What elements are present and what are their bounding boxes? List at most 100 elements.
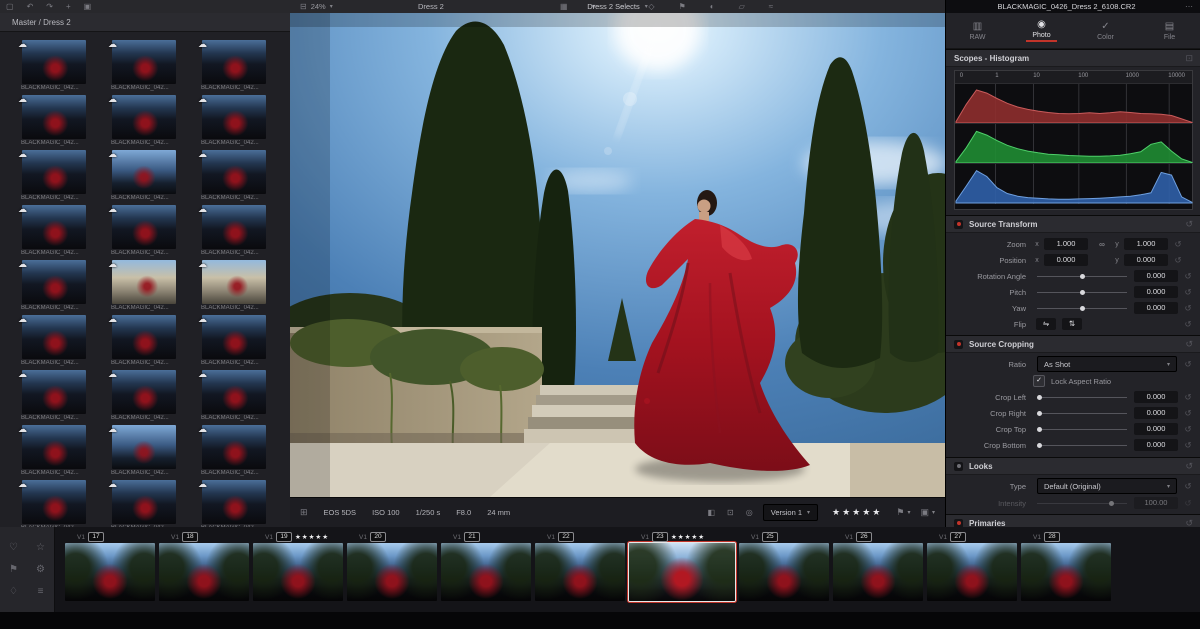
add-bin-icon[interactable]: + xyxy=(66,0,71,13)
lock-aspect-checkbox[interactable]: ✓ xyxy=(1033,375,1045,387)
clip-thumbnail[interactable] xyxy=(65,543,155,601)
slider-track[interactable] xyxy=(1037,423,1127,435)
asset-thumbnail[interactable]: ☁ BLACKMAGIC_042... xyxy=(100,93,188,148)
viewer-canvas[interactable] xyxy=(290,13,945,497)
breadcrumb[interactable]: Master / Dress 2 xyxy=(12,18,71,27)
asset-thumbnail[interactable]: ☁ BLACKMAGIC_042... xyxy=(190,258,278,313)
flip-horizontal-button[interactable]: ⇋ xyxy=(1036,318,1056,330)
rating-stars[interactable]: ★★★★★ xyxy=(832,507,882,518)
redo-icon[interactable]: ↷ xyxy=(46,0,53,13)
ratio-dropdown[interactable]: As Shot ▾ xyxy=(1037,356,1177,372)
clip-thumbnail[interactable] xyxy=(739,543,829,601)
slider-knob[interactable] xyxy=(1037,394,1042,400)
viewer-title-group[interactable]: Dress 2 Selects ▾ xyxy=(290,0,945,13)
reset-icon[interactable]: ↺ xyxy=(1181,440,1195,451)
reset-icon[interactable]: ↺ xyxy=(1181,498,1195,509)
reset-icon[interactable]: ↺ xyxy=(1171,239,1185,250)
slider-track[interactable] xyxy=(1037,302,1127,314)
asset-thumbnail[interactable]: ☁ BLACKMAGIC_042... xyxy=(10,38,98,93)
asset-thumbnail[interactable]: ☁ BLACKMAGIC_042... xyxy=(190,478,278,528)
enable-toggle[interactable] xyxy=(954,219,963,229)
zoom-tool-icon[interactable]: ◎ xyxy=(746,506,753,519)
asset-thumbnail[interactable]: ☁ BLACKMAGIC_042... xyxy=(190,313,278,368)
asset-thumbnail[interactable]: ☁ BLACKMAGIC_042... xyxy=(10,203,98,258)
clip-thumbnail[interactable] xyxy=(535,543,625,601)
slider-track[interactable] xyxy=(1037,407,1127,419)
reset-icon[interactable]: ↺ xyxy=(1181,271,1195,282)
position-x-value[interactable]: 0.000 xyxy=(1044,254,1088,266)
heart-icon[interactable]: ♡ xyxy=(9,541,18,554)
reset-icon[interactable]: ↺ xyxy=(1181,481,1195,492)
source-transform-header[interactable]: Source Transform ↺ xyxy=(946,215,1200,233)
asset-thumbnail[interactable]: ☁ BLACKMAGIC_042... xyxy=(100,258,188,313)
clip-thumbnail[interactable] xyxy=(253,543,343,601)
reset-icon[interactable]: ↺ xyxy=(1181,359,1195,370)
reset-icon[interactable]: ↺ xyxy=(1171,255,1185,266)
slider-track[interactable] xyxy=(1037,270,1127,282)
flag-rating-control[interactable]: ⚑ ▾ xyxy=(896,507,910,518)
slider-knob[interactable] xyxy=(1079,305,1085,311)
reset-section-icon[interactable]: ↺ xyxy=(1185,339,1193,350)
reset-icon[interactable]: ↺ xyxy=(1181,392,1195,403)
scopes-options-icon[interactable]: ⊡ xyxy=(1185,53,1193,64)
viewer-zoom-control[interactable]: ⊟ 24% ▾ xyxy=(300,0,333,13)
clone-view-icon[interactable]: ⊡ xyxy=(727,506,734,519)
asset-thumbnail[interactable]: ☁ BLACKMAGIC_042... xyxy=(100,423,188,478)
filmstrip-clip[interactable]: V1 25 xyxy=(739,531,829,601)
filmstrip-clip[interactable]: V1 17 xyxy=(65,531,155,601)
filmstrip-clip[interactable]: V1 22 xyxy=(535,531,625,601)
slider-value[interactable]: 0.000 xyxy=(1134,270,1178,282)
tab-file[interactable]: ▤ File xyxy=(1146,13,1194,48)
asset-thumbnail[interactable]: ☁ BLACKMAGIC_042... xyxy=(190,148,278,203)
slider-track[interactable] xyxy=(1037,439,1127,451)
flag-icon[interactable]: ⚑ xyxy=(9,563,18,576)
clip-thumbnail[interactable] xyxy=(347,543,437,601)
thumb-strip-icon[interactable]: ⊞ xyxy=(300,507,308,518)
enable-toggle[interactable] xyxy=(954,339,963,349)
filmstrip-clip[interactable]: V1 21 xyxy=(441,531,531,601)
slider-value[interactable]: 0.000 xyxy=(1134,286,1178,298)
undo-icon[interactable]: ↶ xyxy=(27,0,34,13)
intensity-slider[interactable] xyxy=(1037,497,1127,509)
filmstrip-clip[interactable]: V1 23 ★★★★★ xyxy=(629,531,735,601)
clip-thumbnail[interactable] xyxy=(1021,543,1111,601)
view-mode-control[interactable]: ▣ ▾ xyxy=(920,507,935,518)
link-icon[interactable]: ∞ xyxy=(1091,240,1113,249)
zoom-y-value[interactable]: 1.000 xyxy=(1124,238,1168,250)
more-options-icon[interactable]: ⋯ xyxy=(1185,2,1193,11)
asset-thumbnail[interactable]: ☁ BLACKMAGIC_042... xyxy=(190,93,278,148)
diamond-icon[interactable]: ♢ xyxy=(9,585,18,598)
asset-thumbnail[interactable]: ☁ BLACKMAGIC_042... xyxy=(10,478,98,528)
window-icon[interactable]: ▢ xyxy=(6,0,14,13)
source-cropping-header[interactable]: Source Cropping ↺ xyxy=(946,335,1200,353)
asset-thumbnail[interactable]: ☁ BLACKMAGIC_042... xyxy=(190,203,278,258)
reset-icon[interactable]: ↺ xyxy=(1181,303,1195,314)
slider-value[interactable]: 0.000 xyxy=(1134,423,1178,435)
slider-value[interactable]: 0.000 xyxy=(1134,439,1178,451)
reset-icon[interactable]: ↺ xyxy=(1181,408,1195,419)
asset-thumbnail[interactable]: ☁ BLACKMAGIC_042... xyxy=(10,93,98,148)
slider-track[interactable] xyxy=(1037,286,1127,298)
look-type-dropdown[interactable]: Default (Original) ▾ xyxy=(1037,478,1177,494)
flip-vertical-button[interactable]: ⇅ xyxy=(1062,318,1082,330)
tab-color[interactable]: ✓ Color xyxy=(1082,13,1130,48)
slider-value[interactable]: 0.000 xyxy=(1134,302,1178,314)
slider-knob[interactable] xyxy=(1079,273,1085,279)
adjust-icon[interactable]: ≡ xyxy=(38,585,44,598)
slider-value[interactable]: 0.000 xyxy=(1134,391,1178,403)
reset-section-icon[interactable]: ↺ xyxy=(1185,461,1193,472)
filmstrip-clip[interactable]: V1 18 xyxy=(159,531,249,601)
clip-thumbnail[interactable] xyxy=(441,543,531,601)
asset-thumbnail[interactable]: ☁ BLACKMAGIC_042... xyxy=(10,148,98,203)
clip-thumbnail[interactable] xyxy=(629,543,735,601)
clip-thumbnail[interactable] xyxy=(159,543,249,601)
star-icon[interactable]: ☆ xyxy=(36,541,45,554)
asset-thumbnail[interactable]: ☁ BLACKMAGIC_042... xyxy=(10,258,98,313)
slider-knob[interactable] xyxy=(1079,289,1085,295)
asset-thumbnail[interactable]: ☁ BLACKMAGIC_042... xyxy=(100,313,188,368)
bin-list-icon[interactable]: ▣ xyxy=(84,0,92,13)
asset-thumbnail[interactable]: ☁ BLACKMAGIC_042... xyxy=(100,148,188,203)
tab-raw[interactable]: ▥ RAW xyxy=(954,13,1002,48)
filmstrip-clip[interactable]: V1 20 xyxy=(347,531,437,601)
clip-thumbnail[interactable] xyxy=(833,543,923,601)
